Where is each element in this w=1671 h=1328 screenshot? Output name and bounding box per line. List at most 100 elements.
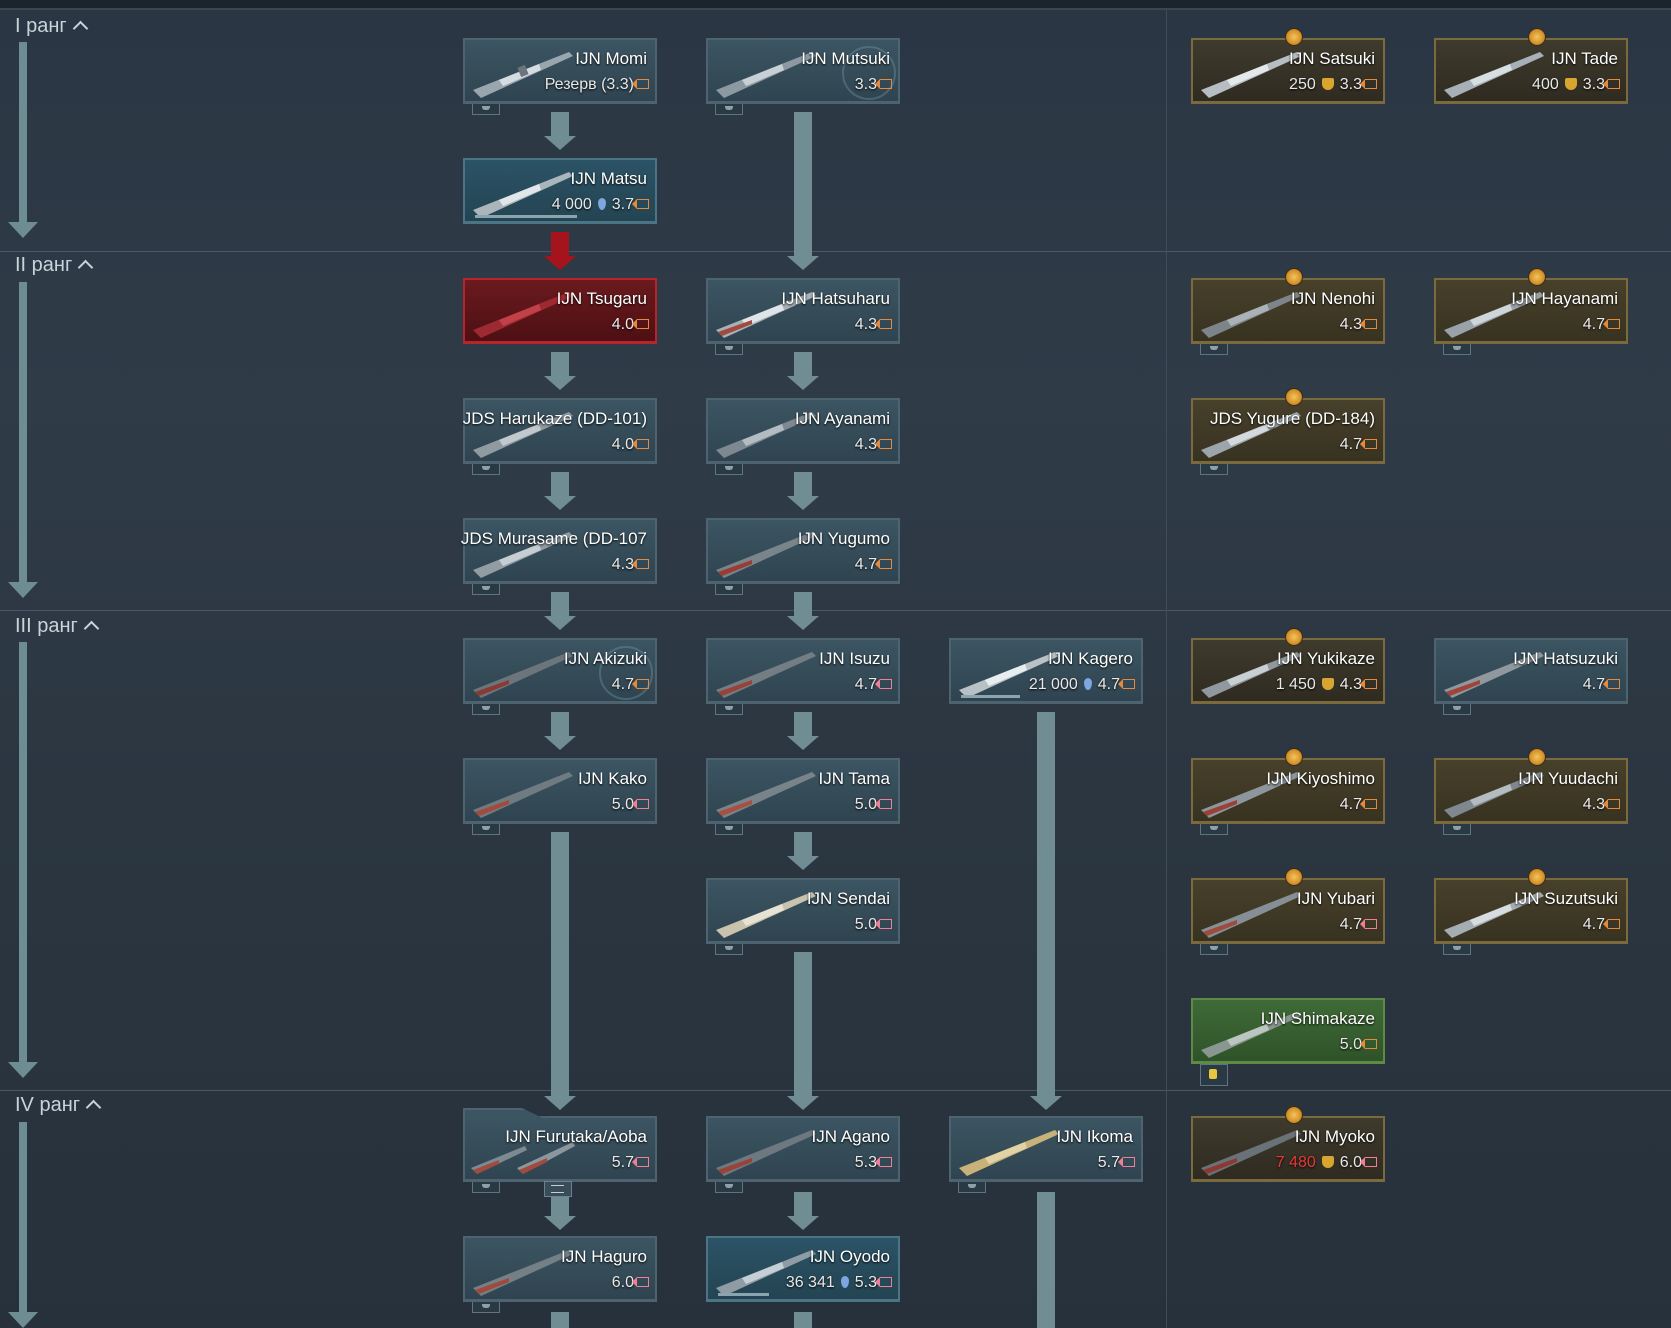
vehicle-card-kako[interactable]: IJN Kako 5.0 — [463, 758, 657, 835]
battle-rating-icon — [632, 1157, 649, 1167]
vehicle-card-akizuki[interactable]: IJN Akizuki 4.7 — [463, 638, 657, 715]
rank-1-header[interactable]: I ранг — [15, 15, 88, 38]
vehicle-card-momi[interactable]: IJN Momi Резерв (3.3) — [463, 38, 657, 115]
vehicle-card-sendai[interactable]: IJN Sendai 5.0 — [706, 878, 900, 955]
vehicle-stat: 4.3 — [1583, 796, 1620, 814]
vehicle-stat: 5.7 — [612, 1154, 649, 1172]
premium-badge-icon — [1285, 868, 1303, 886]
battle-rating: 4.7 — [1582, 916, 1605, 933]
vehicle-card-hatsuzuki[interactable]: IJN Hatsuzuki 4.7 — [1434, 638, 1628, 715]
battle-rating-icon — [1603, 799, 1620, 809]
vehicle-card-yubari[interactable]: IJN Yubari 4.7 — [1191, 868, 1385, 955]
vehicle-stat: 5.7 — [1098, 1154, 1135, 1172]
battle-rating-icon — [632, 439, 649, 449]
battle-rating-icon — [632, 319, 649, 329]
vehicle-card-tsugaru[interactable]: IJN Tsugaru 4.0 — [463, 278, 657, 344]
vehicle-card-haguro[interactable]: IJN Haguro 6.0 — [463, 1236, 657, 1313]
battle-rating-icon — [1603, 919, 1620, 929]
ship-class-icon — [1200, 944, 1228, 955]
vehicle-name: IJN Ayanami — [794, 409, 890, 428]
battle-rating: 4.7 — [854, 556, 877, 573]
rank-3-header[interactable]: III ранг — [15, 615, 100, 638]
battle-rating: 5.0 — [854, 916, 877, 933]
connector-arrow — [787, 856, 819, 870]
vehicle-name: IJN Ikoma — [1056, 1127, 1133, 1146]
vehicle-card-nenohi[interactable]: IJN Nenohi 4.3 — [1191, 268, 1385, 355]
vehicle-name: IJN Sendai — [806, 889, 890, 908]
battle-rating-icon — [632, 559, 649, 569]
connector-line — [551, 712, 569, 736]
vehicle-card-shimakaze[interactable]: IJN Shimakaze 5.0 — [1191, 998, 1385, 1086]
rank-2-arrow — [8, 282, 38, 598]
vehicle-card-hatsuharu[interactable]: IJN Hatsuharu 4.3 — [706, 278, 900, 355]
connector-line — [1037, 1192, 1055, 1328]
vehicle-stat: 7 480 6.0 — [1276, 1154, 1377, 1172]
battle-rating-icon — [1603, 679, 1620, 689]
vehicle-card-tade[interactable]: IJN Tade 400 3.3 — [1434, 28, 1628, 104]
research-points-icon — [1083, 678, 1092, 690]
vehicle-card-yuudachi[interactable]: IJN Yuudachi 4.3 — [1434, 748, 1628, 835]
vehicle-card-murasame[interactable]: JDS Murasame (DD-107 4.3 — [461, 518, 657, 595]
connector-arrow — [787, 496, 819, 510]
vehicle-stat: 4 000 3.7 — [552, 196, 649, 214]
golden-eagle-icon — [1321, 1156, 1334, 1168]
battle-rating: 3.3 — [1339, 76, 1362, 93]
ship-class-icon — [715, 104, 743, 115]
cruiser-icon — [473, 772, 573, 818]
chevron-up-icon — [77, 259, 94, 276]
ship-class-icon — [472, 1182, 500, 1193]
destroyer-icon — [1201, 52, 1301, 98]
vehicle-name: IJN Satsuki — [1289, 49, 1375, 68]
battle-rating-icon — [875, 439, 892, 449]
research-progress-bar — [961, 695, 1020, 698]
vehicle-name: IJN Oyodo — [809, 1247, 890, 1266]
vehicle-stat: 3.3 — [855, 76, 892, 94]
battle-rating: 6.0 — [1339, 1154, 1362, 1171]
vehicle-card-yukikaze[interactable]: IJN Yukikaze 1 450 4.3 — [1191, 628, 1385, 704]
vehicle-card-ikoma[interactable]: IJN Ikoma 5.7 — [949, 1116, 1143, 1193]
vehicle-card-matsu[interactable]: IJN Matsu 4 000 3.7 — [463, 158, 657, 224]
vehicle-card-satsuki[interactable]: IJN Satsuki 250 3.3 — [1191, 28, 1385, 104]
vehicle-card-furutaka[interactable]: IJN Furutaka/Aoba 5.7 — [463, 1108, 657, 1197]
vehicle-card-oyodo[interactable]: IJN Oyodo 36 341 5.3 — [706, 1236, 900, 1302]
ship-class-icon — [472, 824, 500, 835]
vehicle-name: IJN Yuudachi — [1518, 769, 1618, 788]
vehicle-card-suzutsuki[interactable]: IJN Suzutsuki 4.7 — [1434, 868, 1628, 955]
expand-group-button[interactable] — [544, 1181, 572, 1197]
connector-line — [551, 352, 569, 376]
ship-class-icon — [1443, 824, 1471, 835]
vehicle-name: IJN Yugumo — [797, 529, 890, 548]
vehicle-name: JDS Yugure (DD-184) — [1209, 409, 1375, 428]
vehicle-stat: Резерв (3.3) — [545, 76, 649, 94]
vehicle-card-kagero[interactable]: IJN Kagero 21 000 4.7 — [949, 638, 1143, 704]
battle-rating: 4.0 — [611, 316, 634, 333]
vehicle-card-agano[interactable]: IJN Agano 5.3 — [706, 1116, 900, 1193]
connector-line — [551, 1312, 569, 1328]
vehicle-name: JDS Harukaze (DD-101) — [462, 409, 647, 428]
vehicle-card-yugure[interactable]: JDS Yugure (DD-184) 4.7 — [1191, 388, 1385, 475]
vehicle-card-isuzu[interactable]: IJN Isuzu 4.7 — [706, 638, 900, 715]
battle-rating: 5.0 — [1339, 1036, 1362, 1053]
vehicle-card-hayanami[interactable]: IJN Hayanami 4.7 — [1434, 268, 1628, 355]
vehicle-card-ayanami[interactable]: IJN Ayanami 4.3 — [706, 398, 900, 475]
vehicle-card-tama[interactable]: IJN Tama 5.0 — [706, 758, 900, 835]
vehicle-card-harukaze[interactable]: JDS Harukaze (DD-101) 4.0 — [462, 398, 657, 475]
vehicle-stat: 6.0 — [612, 1274, 649, 1292]
ship-class-icon — [472, 464, 500, 475]
vehicle-name: IJN Yukikaze — [1277, 649, 1375, 668]
vehicle-card-myoko[interactable]: IJN Myoko 7 480 6.0 — [1191, 1106, 1385, 1182]
golden-eagle-icon — [1564, 78, 1577, 90]
connector-arrow — [544, 1216, 576, 1230]
vehicle-card-mutsuki[interactable]: IJN Mutsuki 3.3 — [706, 38, 900, 115]
rank-2-header[interactable]: II ранг — [15, 254, 94, 277]
vehicle-card-kiyoshimo[interactable]: IJN Kiyoshimo 4.7 — [1191, 748, 1385, 835]
battle-rating-icon — [1360, 1039, 1377, 1049]
ship-class-icon — [1443, 704, 1471, 715]
connector-arrow — [787, 376, 819, 390]
vehicle-card-yugumo[interactable]: IJN Yugumo 4.7 — [706, 518, 900, 595]
vehicle-name: IJN Furutaka/Aoba — [505, 1127, 647, 1146]
connector-arrow — [544, 616, 576, 630]
rank-4-header[interactable]: IV ранг — [15, 1094, 102, 1117]
vehicle-name: IJN Myoko — [1294, 1127, 1375, 1146]
premium-badge-icon — [1285, 628, 1303, 646]
